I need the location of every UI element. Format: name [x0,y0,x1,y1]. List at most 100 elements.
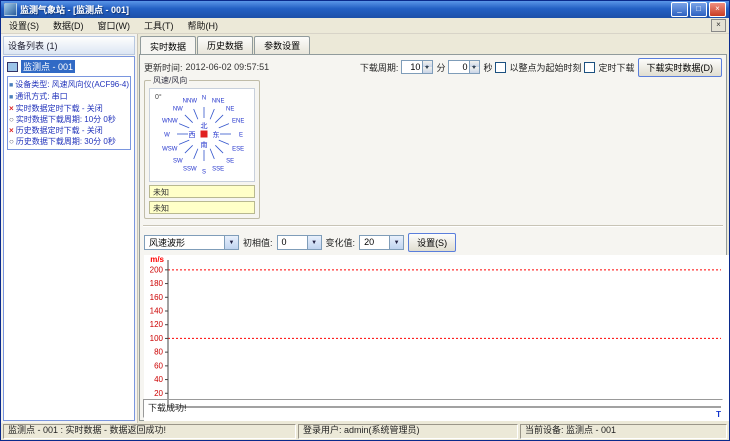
compass-ray [178,123,190,129]
delta-label: 变化值: [325,237,356,248]
y-tick-label: 20 [154,389,163,398]
menu-bar: 设置(S) 数据(D) 窗口(W) 工具(T) 帮助(H) × [1,18,729,34]
timed-download-checkbox[interactable] [584,61,596,73]
compass-ray [218,139,230,145]
compass-ray [215,145,224,154]
seconds-value: 0 [462,62,468,72]
update-time-value: 2012-06-02 09:57:51 [185,62,270,72]
window-title: 监测气象站 - [监测点 - 001] [20,5,130,15]
compass-needle [200,130,208,138]
download-status-message: 下载成功! [143,399,723,418]
device-info-text: 设备类型: 风速风向仪(ACF96-4) [15,80,130,89]
compass-ray [178,139,190,145]
child-close-icon[interactable]: × [711,19,726,32]
compass-direction-label: SSE [212,167,224,173]
initial-phase-value: 0 [281,237,287,247]
minimize-button[interactable]: _ [671,2,688,17]
device-info-row: × 历史数据定时下载 - 关闭 [9,125,129,136]
minutes-stepper[interactable]: 10 [401,60,434,74]
minutes-unit-label: 分 [436,62,446,73]
wind-group-box: 风速/风向 0° N NNE NE ENE E ESE SE SSE S SSW SW WSW W WNW N… [144,75,261,219]
initial-phase-select[interactable]: 0 [276,234,322,250]
device-tree: 监测点 - 001 ■ 设备类型: 风速风向仪(ACF96-4) ■ 通讯方式: 串口… [3,56,136,421]
menu-item-0[interactable]: 设置(S) [2,18,46,33]
device-info-box: ■ 设备类型: 风速风向仪(ACF96-4) ■ 通讯方式: 串口 × 实时数据定时下载 … [7,76,132,150]
status-device-message: 监测点 - 001 : 实时数据 - 数据返回成功! [3,424,296,439]
y-tick-label: 200 [150,265,164,274]
compass-direction-label: WNW [162,118,178,124]
seconds-stepper[interactable]: 0 [448,60,481,74]
tab-strip: 实时数据 历史数据 参数设置 [139,35,727,54]
compass-ray [218,123,230,129]
compass-direction-label: W [164,133,170,139]
device-info-text: 通讯方式: 串口 [15,92,68,101]
off-marker-icon: × [9,126,14,135]
compass-direction-label: SE [226,159,234,165]
status-login-user: 登录用户: admin(系统管理员) [298,424,518,439]
device-list-header: 设备列表 (1) [3,36,136,55]
y-tick-label: 80 [154,348,163,357]
minutes-value: 10 [410,62,421,72]
chevron-down-icon[interactable] [224,235,239,249]
delta-select[interactable]: 20 [359,234,405,250]
chevron-down-icon[interactable] [306,235,321,249]
compass-ray [209,108,215,120]
y-tick-label: 100 [150,334,164,343]
compass-east-label: 东 [213,130,220,139]
compass-direction-label: SW [173,159,183,165]
timed-download-checkbox-label: 定时下载 [598,62,635,73]
compass-ray [184,114,194,123]
set-button[interactable]: 设置(S) [408,232,457,252]
wind-speed-field: 未知 [149,185,256,198]
period-marker-icon: ○ [9,115,14,124]
compass-north-label: 北 [201,122,208,130]
compass-west-label: 西 [189,131,196,139]
off-marker-icon: × [9,104,14,113]
y-tick-label: 160 [150,293,164,302]
menu-item-2[interactable]: 窗口(W) [91,18,138,33]
title-bar: 监测气象站 - [监测点 - 001] _ □ × [1,1,729,18]
menu-item-3[interactable]: 工具(T) [137,18,181,33]
compass-south-label: 南 [201,140,208,149]
compass-direction-label: NE [226,106,234,112]
spin-down-icon[interactable] [423,66,433,73]
close-button[interactable]: × [709,2,726,17]
tab-0[interactable]: 实时数据 [140,36,197,54]
menu-item-4[interactable]: 帮助(H) [181,18,226,33]
compass-angle-label: 0° [155,93,162,101]
tab-1[interactable]: 历史数据 [197,36,254,54]
hour-start-checkbox[interactable] [495,61,507,73]
compass-direction-label: S [202,170,206,176]
download-realtime-button[interactable]: 下载实时数据(D) [637,57,722,77]
window-controls: _ □ × [671,2,726,17]
compass-ray [193,148,199,160]
compass: 0° N NNENE ENE E ESE SESSE S SSWSW WSW W WNW NWNNW 北南… [155,93,244,176]
app-window: 监测气象站 - [监测点 - 001] _ □ × 设置(S) 数据(D) 窗口(W) 工… [0,0,730,441]
tab-2[interactable]: 参数设置 [254,36,311,54]
spin-down-icon[interactable] [470,66,480,73]
device-tree-node[interactable]: 监测点 - 001 [7,60,132,73]
compass-direction-label: NW [173,106,183,112]
compass-direction-label: ENE [232,118,244,124]
compass-direction-label: ESE [232,147,244,153]
y-tick-label: 180 [150,279,164,288]
realtime-toolbar: 更新时间: 2012-06-02 09:57:51 下载周期: 10 分 0 秒… [140,55,726,77]
device-info-text: 历史数据下载周期: 30分 0秒 [15,137,116,146]
device-info-row: × 实时数据定时下载 - 关闭 [9,103,129,114]
waveform-select[interactable]: 风速波形 [144,234,240,250]
y-axis-unit-label: m/s [150,255,164,264]
device-info-row: ■ 设备类型: 风速风向仪(ACF96-4) [9,79,129,91]
wind-group-title: 风速/风向 [151,75,190,86]
maximize-button[interactable]: □ [690,2,707,17]
main-panel: 实时数据 历史数据 参数设置 更新时间: 2012-06-02 09:57:51 下… [138,34,729,423]
status-current-device: 当前设备: 监测点 - 001 [520,424,727,439]
menu-item-1[interactable]: 数据(D) [46,18,91,33]
delta-value: 20 [364,237,375,247]
chevron-down-icon[interactable] [389,235,404,249]
status-bar: 监测点 - 001 : 实时数据 - 数据返回成功! 登录用户: admin(系… [1,423,729,440]
compass-direction-label: NNE [212,98,225,104]
device-sidebar: 设备列表 (1) 监测点 - 001 ■ 设备类型: 风速风向仪(ACF96-4)… [1,34,139,423]
device-node-label: 监测点 - 001 [21,60,76,73]
seconds-spinner [469,61,480,73]
device-info-text: 历史数据定时下载 - 关闭 [15,126,103,135]
